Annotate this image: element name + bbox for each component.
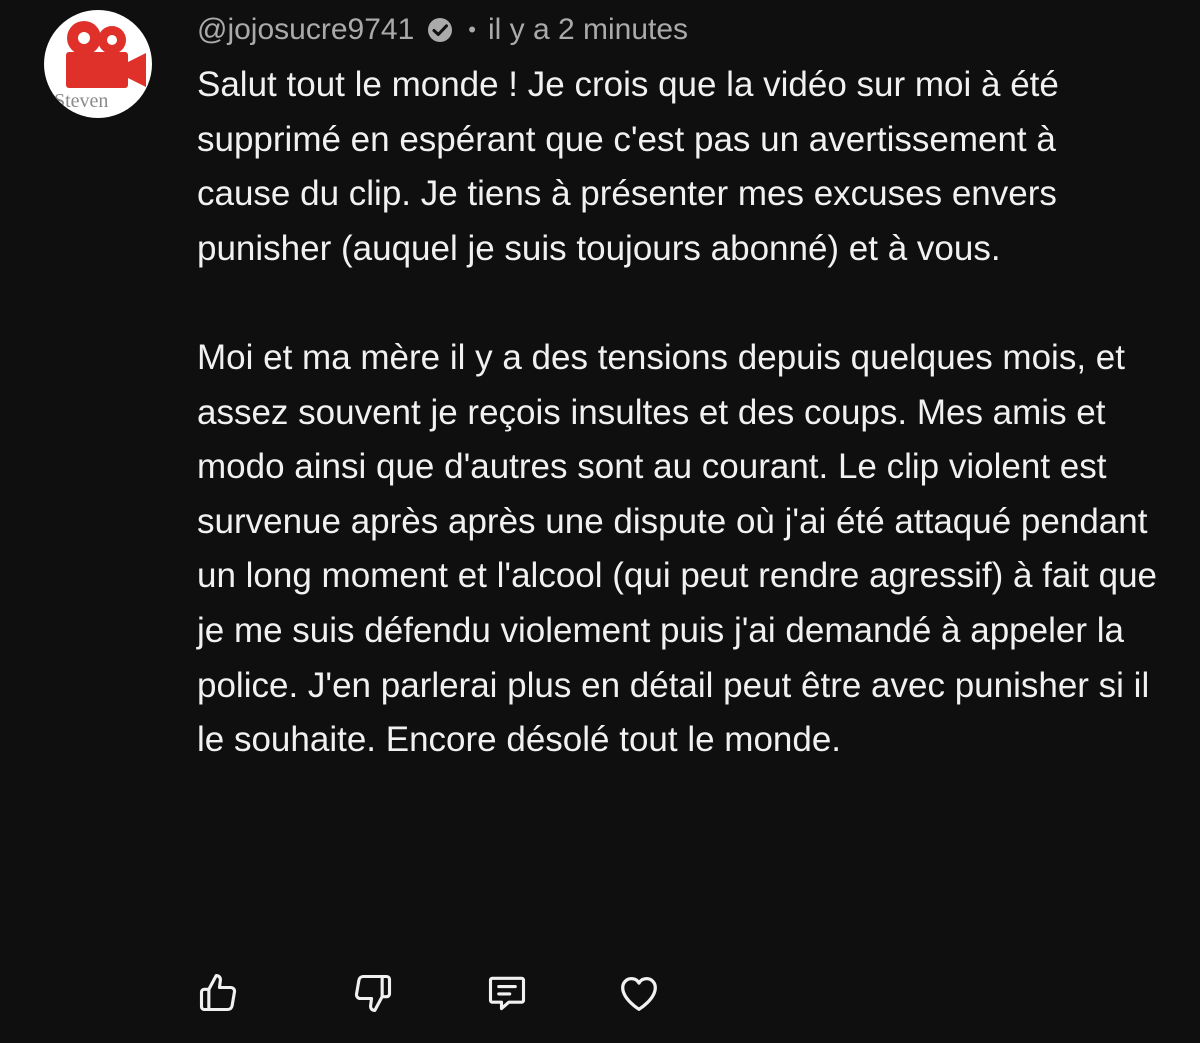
verified-check-icon [426, 16, 454, 44]
like-button[interactable] [190, 965, 246, 1021]
comment-thread-item: Steven @jojosucre9741 • il y a 2 minutes… [0, 0, 1200, 1043]
timestamp[interactable]: il y a 2 minutes [488, 13, 688, 47]
thumbs-down-icon [354, 974, 392, 1012]
avatar[interactable]: Steven [44, 10, 152, 118]
heart-button[interactable] [611, 965, 667, 1021]
comment-paragraph: Moi et ma mère il y a des tensions depui… [197, 337, 1158, 760]
username[interactable]: @jojosucre9741 [197, 13, 414, 47]
dislike-button[interactable] [345, 965, 401, 1021]
comment-paragraph: Salut tout le monde ! Je crois que la vi… [197, 65, 1059, 268]
comment-body: Salut tout le monde ! Je crois que la vi… [197, 58, 1157, 768]
separator-dot: • [468, 17, 476, 42]
thumbs-up-icon [199, 974, 237, 1012]
comment-header: @jojosucre9741 • il y a 2 minutes [197, 10, 688, 50]
avatar-text: Steven [54, 90, 108, 112]
camera-logo-icon: Steven [54, 21, 146, 112]
comment-actions-bar [0, 965, 1200, 1025]
heart-icon [621, 976, 657, 1011]
reply-button[interactable] [479, 965, 535, 1021]
comment-reply-icon [488, 976, 526, 1011]
